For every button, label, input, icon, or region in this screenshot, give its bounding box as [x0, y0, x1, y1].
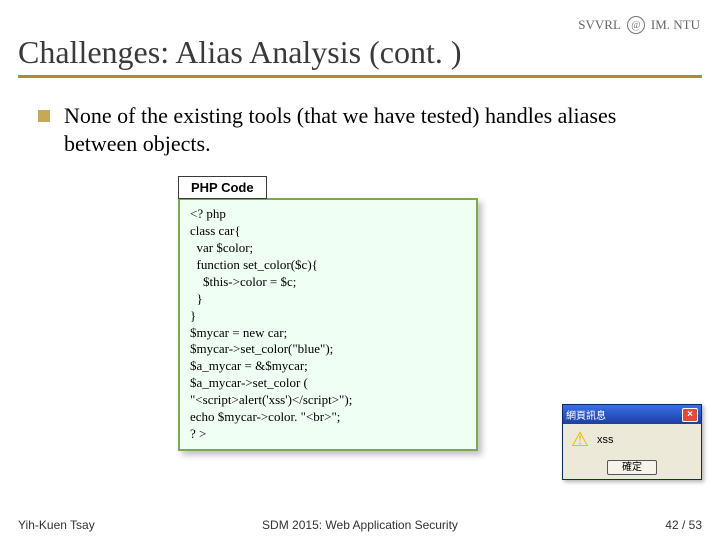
- alert-title: 網頁訊息: [566, 407, 606, 422]
- code-line: echo $mycar->color. "<br>";: [190, 409, 466, 426]
- slide: SVVRL @ IM. NTU Challenges: Alias Analys…: [0, 0, 720, 540]
- slide-header: SVVRL @ IM. NTU: [578, 16, 700, 34]
- title-underline: [18, 75, 702, 78]
- alert-titlebar: 網頁訊息 ×: [563, 405, 701, 424]
- browser-alert-dialog: 網頁訊息 × ⚠ xss 確定: [562, 404, 702, 480]
- alert-message: xss: [597, 434, 614, 446]
- slide-body: None of the existing tools (that we have…: [18, 102, 702, 451]
- header-left-abbr: SVVRL: [578, 17, 621, 33]
- code-line: $mycar->set_color("blue");: [190, 341, 466, 358]
- code-line: function set_color($c){: [190, 257, 466, 274]
- header-right-abbr: IM. NTU: [651, 17, 700, 33]
- alert-body: ⚠ xss: [563, 424, 701, 456]
- code-tab-label: PHP Code: [178, 176, 267, 199]
- code-line: var $color;: [190, 240, 466, 257]
- code-line: ? >: [190, 426, 466, 443]
- warning-icon: ⚠: [571, 430, 589, 450]
- slide-footer: Yih-Kuen Tsay SDM 2015: Web Application …: [18, 518, 702, 532]
- bullet-text: None of the existing tools (that we have…: [64, 102, 658, 158]
- bullet-marker-icon: [38, 110, 50, 122]
- slide-title: Challenges: Alias Analysis (cont. ): [18, 34, 702, 71]
- code-line: $a_mycar->set_color (: [190, 375, 466, 392]
- code-block: PHP Code <? php class car{ var $color; f…: [178, 176, 478, 450]
- code-line: $this->color = $c;: [190, 274, 466, 291]
- code-line: $mycar = new car;: [190, 325, 466, 342]
- bullet-item: None of the existing tools (that we have…: [38, 102, 658, 158]
- code-line: }: [190, 308, 466, 325]
- php-code-box: <? php class car{ var $color; function s…: [178, 198, 478, 450]
- alert-footer: 確定: [563, 456, 701, 479]
- code-line: class car{: [190, 223, 466, 240]
- code-line: <? php: [190, 206, 466, 223]
- code-line: $a_mycar = &$mycar;: [190, 358, 466, 375]
- footer-venue: SDM 2015: Web Application Security: [18, 518, 702, 532]
- ntu-logo-icon: @: [627, 16, 645, 34]
- alert-ok-button[interactable]: 確定: [607, 460, 657, 475]
- code-line: }: [190, 291, 466, 308]
- code-line: "<script>alert('xss')</script>");: [190, 392, 466, 409]
- close-icon[interactable]: ×: [682, 408, 698, 422]
